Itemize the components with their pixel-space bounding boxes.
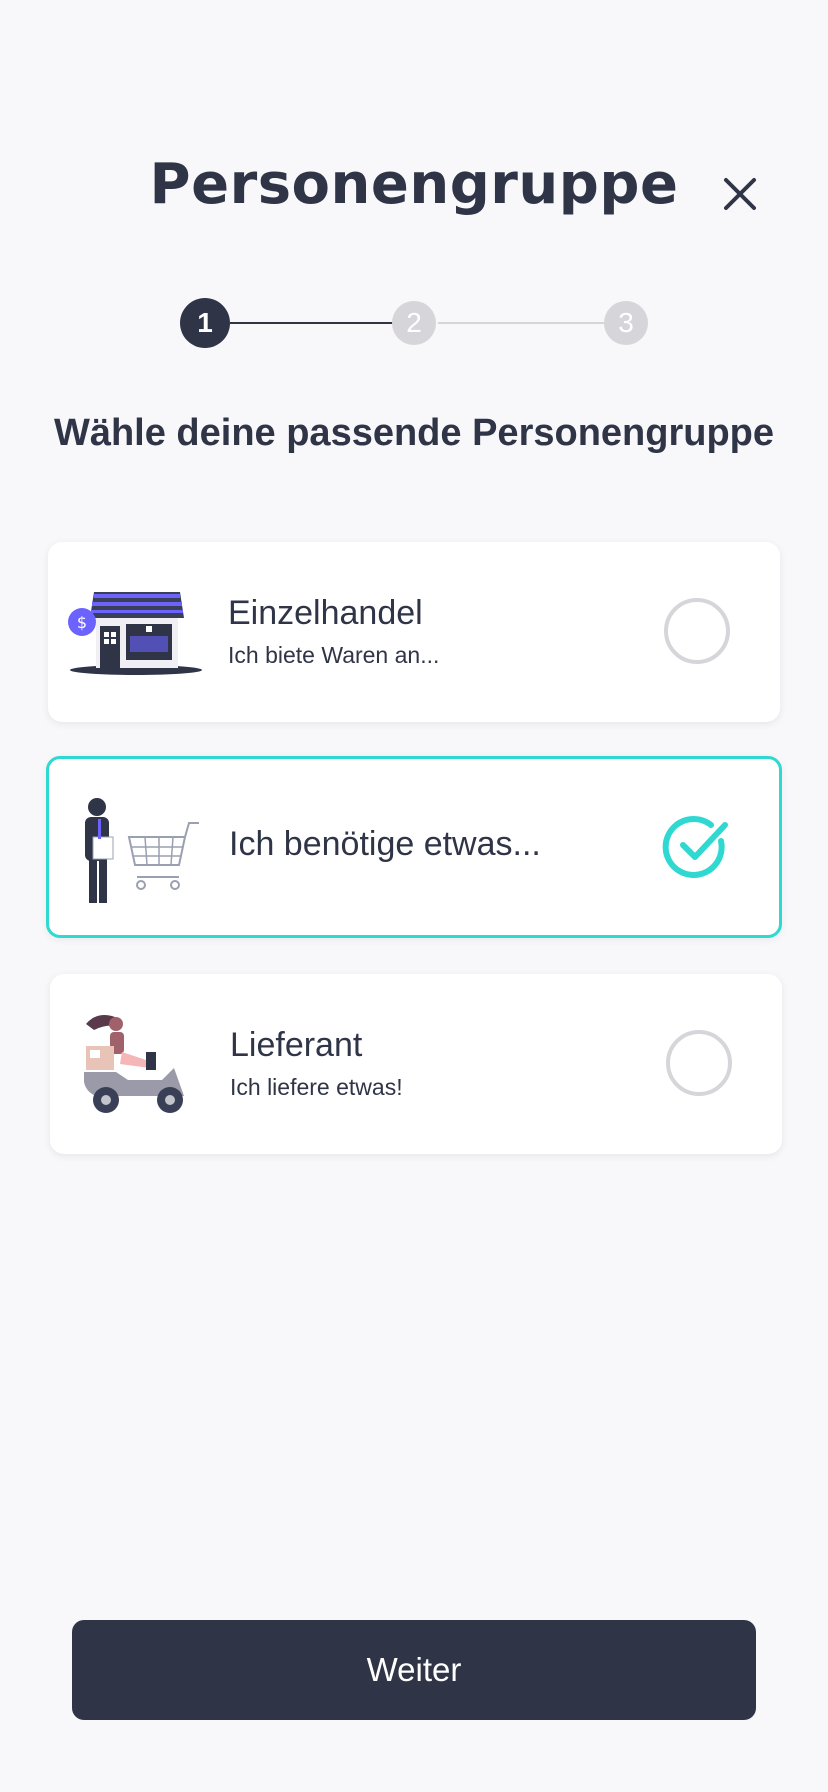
- step-3: 3: [604, 301, 648, 345]
- shop-illustration: $: [68, 592, 202, 675]
- option-title: Lieferant: [230, 1026, 363, 1064]
- check-circle-icon: [662, 816, 728, 878]
- shopping-cart-illustration: [85, 798, 199, 903]
- svg-text:$: $: [77, 613, 87, 632]
- option-title: Einzelhandel: [228, 594, 423, 632]
- close-button[interactable]: [716, 170, 764, 218]
- close-icon: [724, 178, 756, 210]
- step-1: 1: [180, 298, 230, 348]
- option-card-lieferant[interactable]: Lieferant Ich liefere etwas!: [50, 974, 782, 1154]
- step-2: 2: [392, 301, 436, 345]
- option-description: Ich biete Waren an...: [228, 642, 440, 668]
- section-heading: Wähle deine passende Personengruppe: [53, 412, 775, 454]
- option-title: Ich benötige etwas...: [229, 825, 541, 863]
- step-connector-1: [230, 322, 394, 324]
- option-radio[interactable]: [666, 1030, 732, 1096]
- option-radio[interactable]: [664, 598, 730, 664]
- option-card-einzelhandel[interactable]: $ Einzelhandel Ich biete Waren an...: [48, 542, 780, 722]
- option-card-kunde[interactable]: Ich benötige etwas...: [46, 756, 782, 938]
- step-connector-2: [438, 322, 608, 324]
- progress-stepper: 1 2 3: [0, 298, 828, 348]
- next-button[interactable]: Weiter: [72, 1620, 756, 1720]
- page-title: Personengruppe: [149, 152, 679, 217]
- scooter-delivery-illustration: [84, 1015, 184, 1113]
- option-description: Ich liefere etwas!: [230, 1074, 403, 1100]
